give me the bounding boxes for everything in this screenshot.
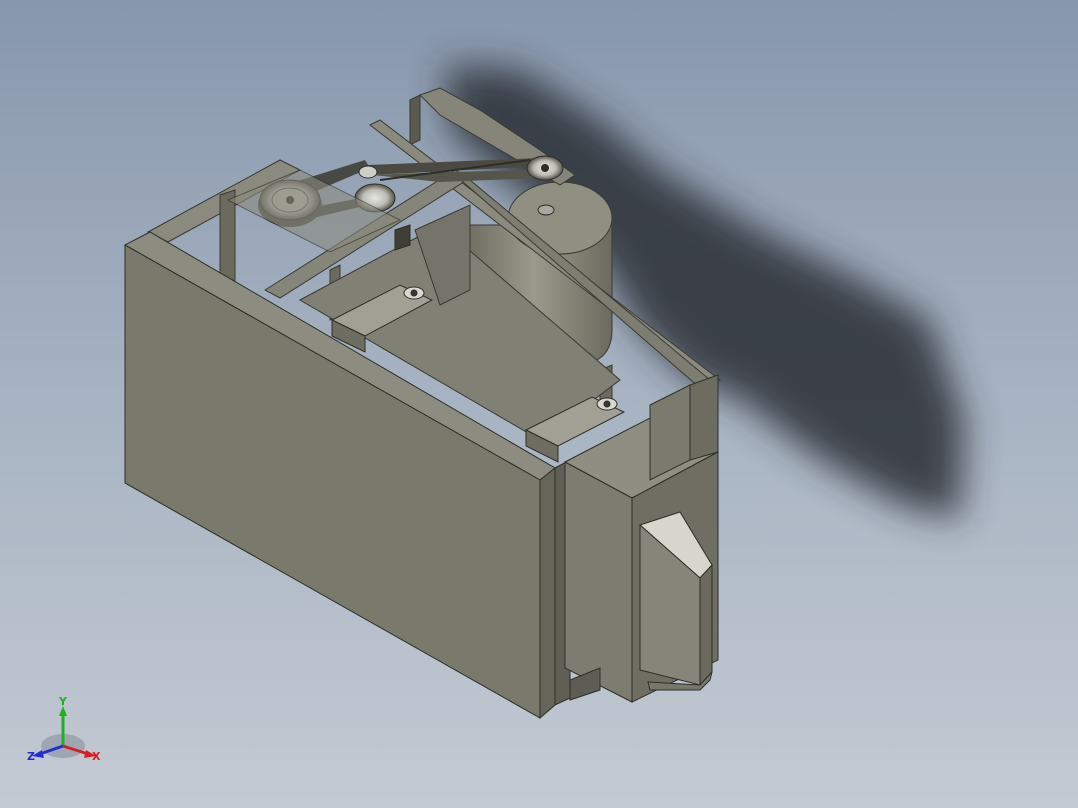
z-axis-label: Z	[27, 750, 35, 763]
model-view[interactable]	[0, 0, 1078, 808]
x-axis-label: X	[92, 750, 101, 763]
orientation-triad: Y X Z	[27, 695, 101, 763]
y-axis-label: Y	[58, 695, 68, 708]
3d-viewport[interactable]: Y X Z	[0, 0, 1078, 808]
